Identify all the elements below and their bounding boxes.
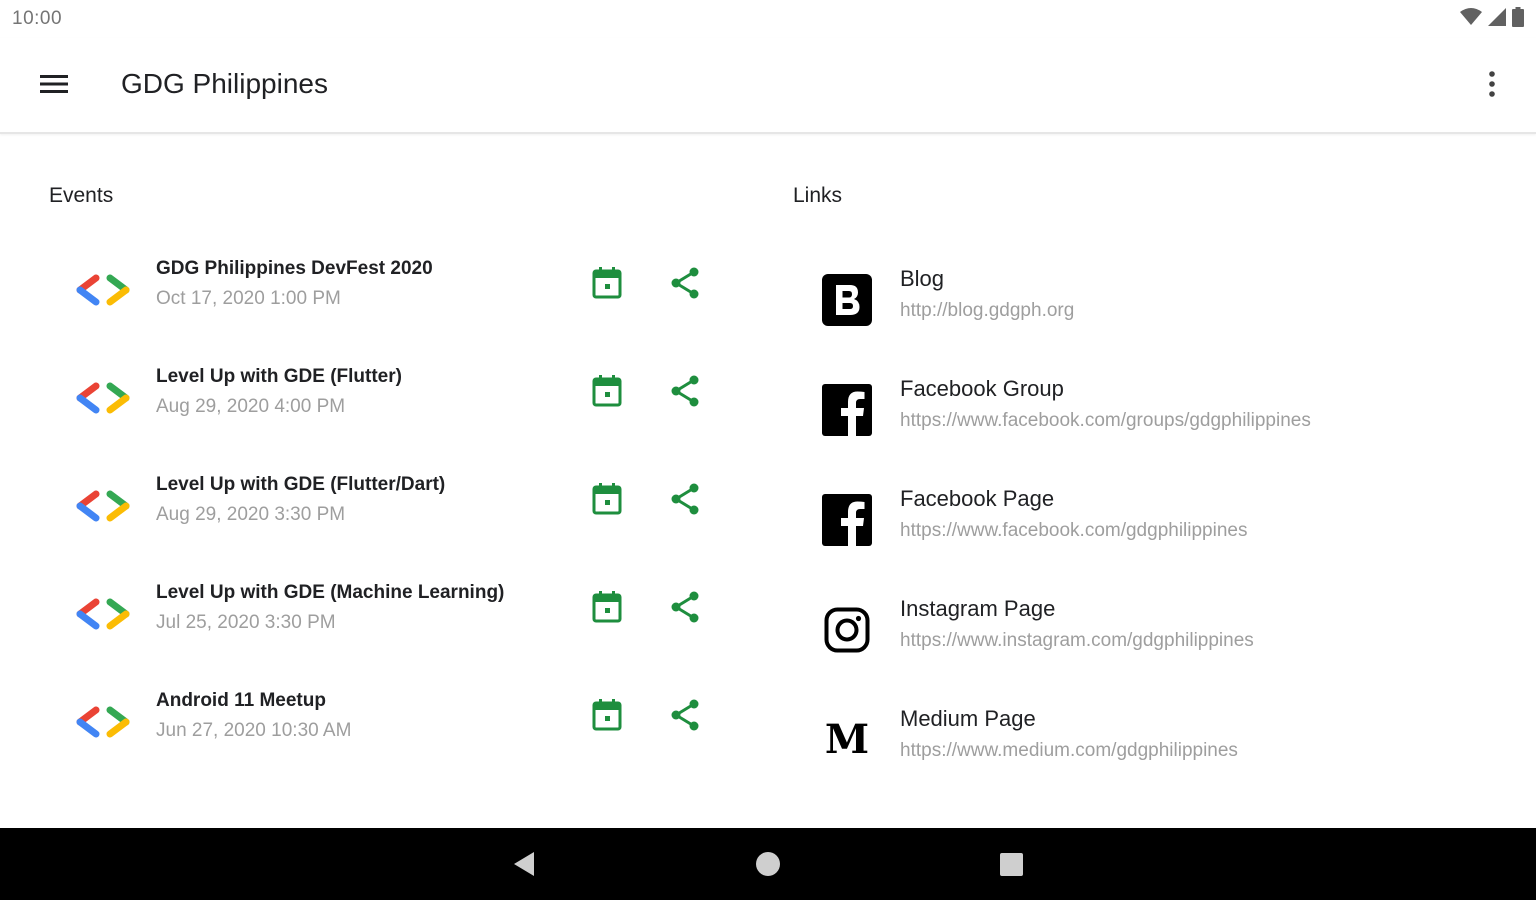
facebook-icon <box>820 383 874 437</box>
medium-icon: M <box>820 713 874 767</box>
share-button[interactable] <box>664 696 706 738</box>
status-icons <box>1460 6 1524 32</box>
share-button[interactable] <box>664 372 706 414</box>
link-url: https://www.facebook.com/groups/gdgphili… <box>900 410 1311 431</box>
event-date: Jul 25, 2020 3:30 PM <box>156 612 336 633</box>
share-icon <box>669 698 701 737</box>
share-button[interactable] <box>664 264 706 306</box>
add-to-calendar-button[interactable] <box>588 266 626 304</box>
more-options-button[interactable] <box>1468 62 1516 110</box>
hamburger-menu-icon <box>40 73 68 100</box>
event-date: Oct 17, 2020 1:00 PM <box>156 288 341 309</box>
status-time: 10:00 <box>12 8 63 29</box>
event-item[interactable]: Android 11 Meetup Jun 27, 2020 10:30 AM <box>60 678 740 774</box>
share-icon <box>669 374 701 413</box>
link-item-facebook-group[interactable]: Facebook Group https://www.facebook.com/… <box>800 366 1500 462</box>
add-to-calendar-button[interactable] <box>588 590 626 628</box>
menu-button[interactable] <box>30 62 78 110</box>
share-button[interactable] <box>664 480 706 522</box>
link-url: https://www.facebook.com/gdgphilippines <box>900 520 1248 541</box>
gdg-logo-icon <box>76 488 130 524</box>
link-item-medium-page[interactable]: M Medium Page https://www.medium.com/gdg… <box>800 696 1500 792</box>
battery-icon <box>1512 6 1524 32</box>
event-name: Level Up with GDE (Flutter) <box>156 366 402 387</box>
event-item[interactable]: Level Up with GDE (Machine Learning) Jul… <box>60 570 740 666</box>
calendar-icon <box>592 374 622 412</box>
share-icon <box>669 482 701 521</box>
screen: 10:00 GDG Philippines Events Links GDG P… <box>0 0 1536 900</box>
link-item-facebook-page[interactable]: Facebook Page https://www.facebook.com/g… <box>800 476 1500 572</box>
event-date: Jun 27, 2020 10:30 AM <box>156 720 352 741</box>
link-name: Facebook Page <box>900 486 1055 511</box>
link-name: Blog <box>900 266 945 291</box>
home-button[interactable] <box>756 852 780 876</box>
link-name: Medium Page <box>900 706 1036 731</box>
signal-icon <box>1488 7 1506 31</box>
link-url: https://www.medium.com/gdgphilippines <box>900 740 1238 761</box>
event-date: Aug 29, 2020 4:00 PM <box>156 396 346 417</box>
blogger-icon <box>820 273 874 327</box>
app-title: GDG Philippines <box>121 68 328 99</box>
system-nav-bar <box>0 828 1536 900</box>
back-button[interactable] <box>508 848 542 880</box>
calendar-icon <box>592 590 622 628</box>
link-url: http://blog.gdgph.org <box>900 300 1075 321</box>
facebook-icon <box>820 493 874 547</box>
instagram-icon <box>820 603 874 657</box>
more-vert-icon <box>1488 70 1496 103</box>
link-item-instagram-page[interactable]: Instagram Page https://www.instagram.com… <box>800 586 1500 682</box>
back-triangle-icon <box>514 852 534 876</box>
add-to-calendar-button[interactable] <box>588 374 626 412</box>
recents-button[interactable] <box>1000 853 1023 876</box>
calendar-icon <box>592 698 622 736</box>
events-section-title: Events <box>49 184 114 207</box>
gdg-logo-icon <box>76 272 130 308</box>
share-icon <box>669 266 701 305</box>
event-item[interactable]: GDG Philippines DevFest 2020 Oct 17, 202… <box>60 246 740 342</box>
status-bar: 10:00 <box>0 0 1536 38</box>
event-name: Level Up with GDE (Flutter/Dart) <box>156 474 446 495</box>
gdg-logo-icon <box>76 596 130 632</box>
add-to-calendar-button[interactable] <box>588 698 626 736</box>
links-section-title: Links <box>793 184 843 207</box>
share-icon <box>669 590 701 629</box>
calendar-icon <box>592 266 622 304</box>
share-button[interactable] <box>664 588 706 630</box>
link-name: Instagram Page <box>900 596 1056 621</box>
event-date: Aug 29, 2020 3:30 PM <box>156 504 346 525</box>
medium-glyph: M <box>824 716 870 763</box>
event-item[interactable]: Level Up with GDE (Flutter/Dart) Aug 29,… <box>60 462 740 558</box>
wifi-icon <box>1460 7 1482 31</box>
event-name: GDG Philippines DevFest 2020 <box>156 258 433 279</box>
add-to-calendar-button[interactable] <box>588 482 626 520</box>
link-item-blog[interactable]: Blog http://blog.gdgph.org <box>800 256 1500 352</box>
event-name: Android 11 Meetup <box>156 690 326 711</box>
gdg-logo-icon <box>76 380 130 416</box>
event-item[interactable]: Level Up with GDE (Flutter) Aug 29, 2020… <box>60 354 740 450</box>
calendar-icon <box>592 482 622 520</box>
gdg-logo-icon <box>76 704 130 740</box>
link-url: https://www.instagram.com/gdgphilippines <box>900 630 1254 651</box>
app-bar: GDG Philippines <box>0 38 1536 134</box>
event-name: Level Up with GDE (Machine Learning) <box>156 582 505 603</box>
link-name: Facebook Group <box>900 376 1064 401</box>
